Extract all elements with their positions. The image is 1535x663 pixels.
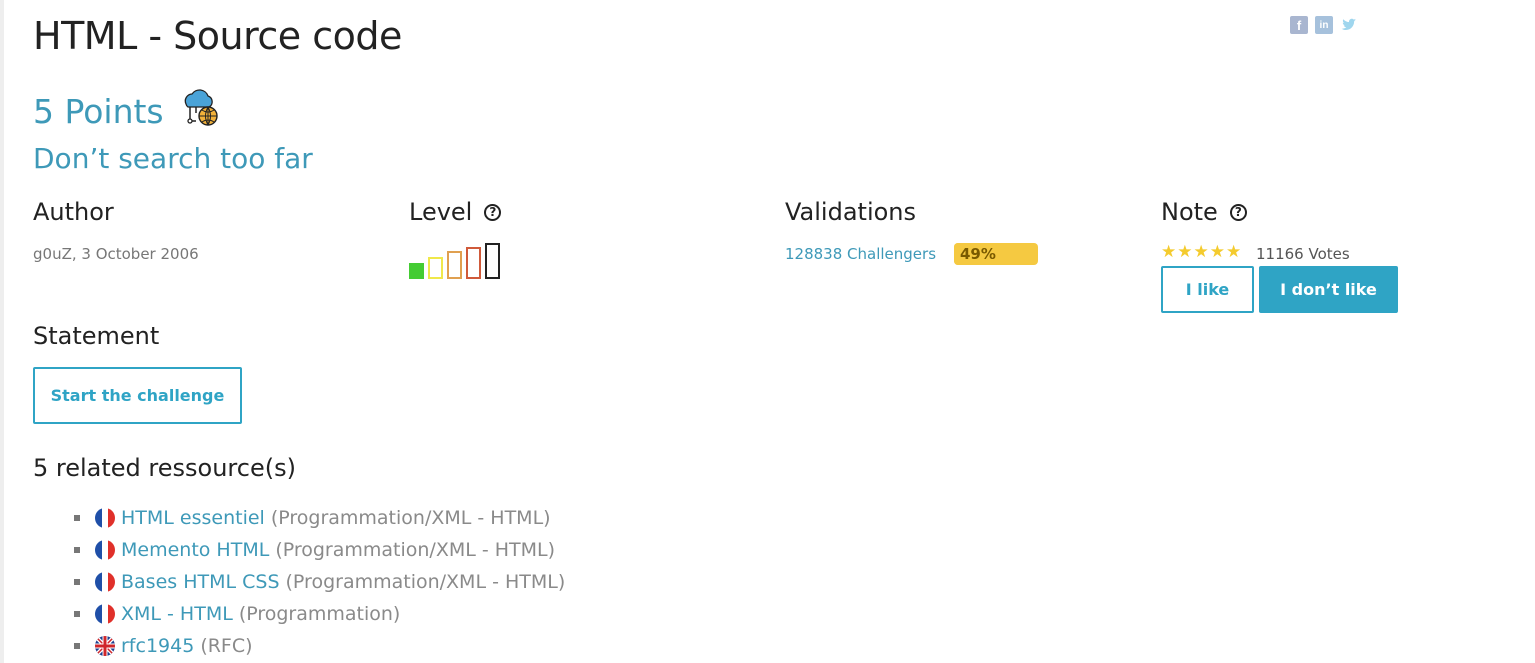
resource-link[interactable]: XML - HTML xyxy=(121,603,233,625)
related-resources-list: HTML essentiel (Programmation/XML - HTML)… xyxy=(74,502,565,662)
level-help-icon[interactable]: ? xyxy=(484,203,502,221)
resource-link[interactable]: Bases HTML CSS xyxy=(121,571,280,593)
votes-count: 11166 Votes xyxy=(1256,245,1350,263)
twitter-share-icon[interactable] xyxy=(1340,16,1358,34)
star-icon: ★ xyxy=(1177,242,1193,262)
validations-heading: Validations xyxy=(785,198,917,226)
like-button[interactable]: I like xyxy=(1161,266,1254,313)
level-bar xyxy=(409,263,424,279)
note-heading: Note ? xyxy=(1161,198,1247,226)
resource-category: (Programmation) xyxy=(238,603,401,625)
resource-link[interactable]: rfc1945 xyxy=(121,635,194,657)
level-bar xyxy=(485,243,500,279)
french-flag-icon xyxy=(95,540,115,560)
web-client-category-icon xyxy=(178,86,222,136)
level-bar xyxy=(428,257,443,279)
resource-link[interactable]: Memento HTML xyxy=(121,539,269,561)
page-title: HTML - Source code xyxy=(33,14,402,58)
list-item: Bases HTML CSS (Programmation/XML - HTML) xyxy=(74,566,565,598)
note-help-icon[interactable]: ? xyxy=(1229,203,1247,221)
related-resources-heading: 5 related ressource(s) xyxy=(33,454,296,482)
list-bullet xyxy=(74,579,80,585)
linkedin-share-icon[interactable]: in xyxy=(1315,16,1333,34)
challengers-link[interactable]: 128838 Challengers xyxy=(785,245,936,263)
challenge-points: 5 Points xyxy=(33,86,222,136)
note-heading-label: Note xyxy=(1161,198,1218,226)
uk-flag-icon xyxy=(95,636,115,656)
resource-link[interactable]: HTML essentiel xyxy=(121,507,265,529)
challenge-subtitle: Don’t search too far xyxy=(33,142,313,175)
difficulty-level-indicator xyxy=(409,243,500,279)
level-bar xyxy=(447,251,462,279)
dislike-button[interactable]: I don’t like xyxy=(1259,266,1398,313)
statement-heading: Statement xyxy=(33,322,160,350)
list-item: XML - HTML (Programmation) xyxy=(74,598,565,630)
author-heading: Author xyxy=(33,198,114,226)
list-bullet xyxy=(74,643,80,649)
author-value: g0uZ, 3 October 2006 xyxy=(33,245,199,263)
french-flag-icon xyxy=(95,604,115,624)
resource-category: (Programmation/XML - HTML) xyxy=(285,571,566,593)
validation-percent-label: 49% xyxy=(960,245,996,263)
list-bullet xyxy=(74,611,80,617)
resource-category: (Programmation/XML - HTML) xyxy=(270,507,551,529)
level-heading: Level ? xyxy=(409,198,502,226)
start-challenge-button[interactable]: Start the challenge xyxy=(33,367,242,424)
rating-stars: ★ ★ ★ ★ ★ xyxy=(1161,244,1242,261)
points-label: 5 Points xyxy=(33,91,164,131)
level-bar xyxy=(466,247,481,279)
star-icon: ★ xyxy=(1193,242,1209,262)
list-item: rfc1945 (RFC) xyxy=(74,630,565,662)
star-icon: ★ xyxy=(1161,242,1177,262)
list-item: Memento HTML (Programmation/XML - HTML) xyxy=(74,534,565,566)
level-heading-label: Level xyxy=(409,198,473,226)
list-bullet xyxy=(74,515,80,521)
french-flag-icon xyxy=(95,572,115,592)
resource-category: (RFC) xyxy=(200,635,253,657)
star-icon: ★ xyxy=(1226,242,1242,262)
validation-percent-bar: 49% xyxy=(954,243,1038,265)
list-item: HTML essentiel (Programmation/XML - HTML) xyxy=(74,502,565,534)
facebook-share-icon[interactable]: f xyxy=(1290,16,1308,34)
list-bullet xyxy=(74,547,80,553)
star-icon: ★ xyxy=(1209,242,1225,262)
french-flag-icon xyxy=(95,508,115,528)
resource-category: (Programmation/XML - HTML) xyxy=(275,539,556,561)
